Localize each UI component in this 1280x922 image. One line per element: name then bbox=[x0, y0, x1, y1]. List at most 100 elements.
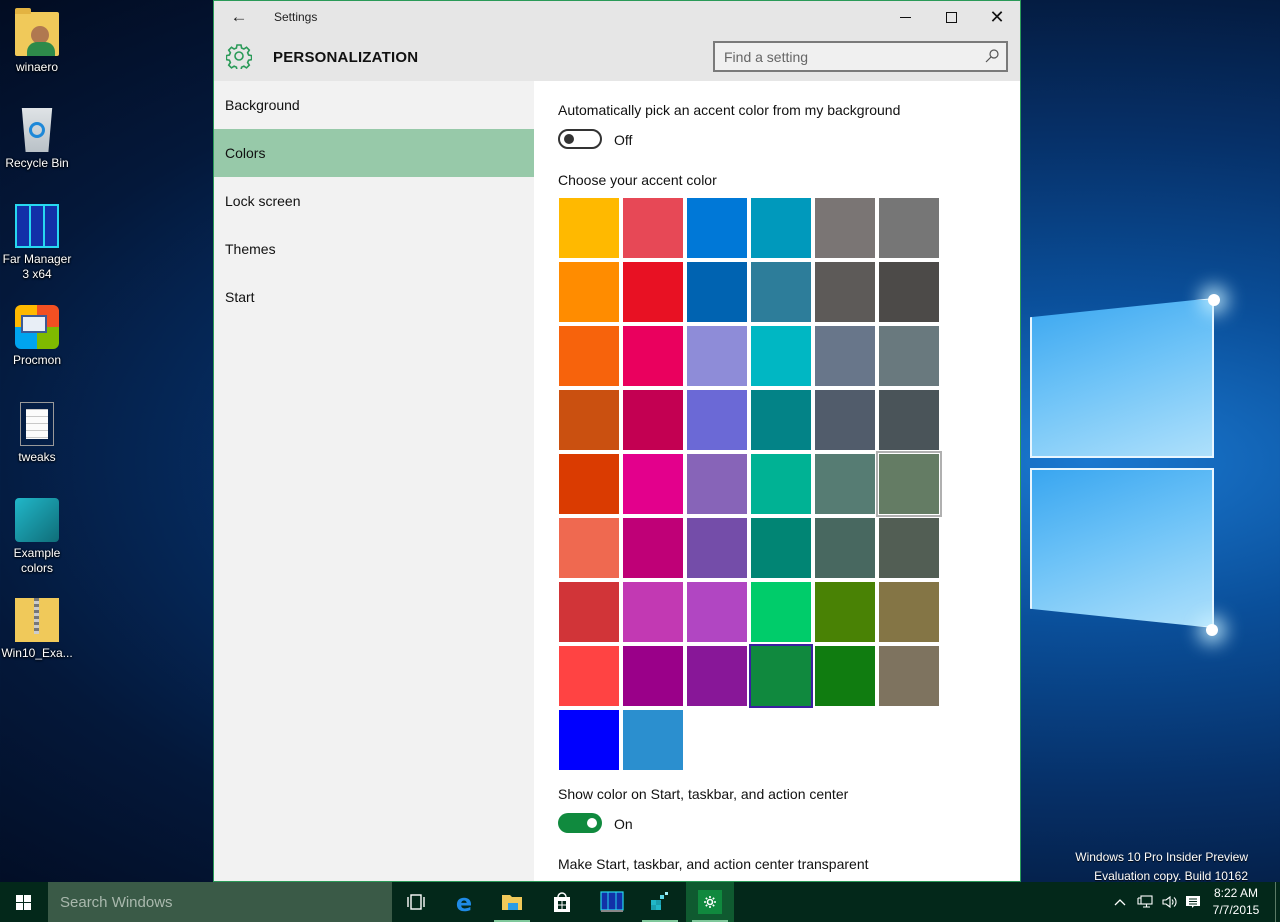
accent-swatch[interactable] bbox=[879, 518, 939, 578]
accent-swatch[interactable] bbox=[815, 454, 875, 514]
accent-swatch[interactable] bbox=[623, 390, 683, 450]
accent-swatch[interactable] bbox=[815, 262, 875, 322]
desktop-icon-far-manager[interactable]: Far Manager 3 x64 bbox=[0, 204, 74, 282]
maximize-button[interactable] bbox=[928, 1, 974, 33]
accent-swatch[interactable] bbox=[879, 262, 939, 322]
accent-swatch[interactable] bbox=[751, 390, 811, 450]
accent-swatch[interactable] bbox=[879, 390, 939, 450]
registry-editor-button[interactable] bbox=[636, 882, 684, 922]
close-button[interactable]: ✕ bbox=[974, 1, 1020, 33]
accent-swatch[interactable] bbox=[559, 518, 619, 578]
accent-swatch[interactable] bbox=[815, 646, 875, 706]
accent-swatch[interactable] bbox=[687, 262, 747, 322]
maximize-icon bbox=[945, 11, 957, 23]
settings-taskbar-button[interactable] bbox=[686, 882, 734, 922]
desktop-icon-winaero[interactable]: winaero bbox=[0, 8, 74, 75]
back-button[interactable]: ← bbox=[224, 5, 254, 29]
title-bar[interactable]: ← Settings ✕ bbox=[214, 1, 1020, 33]
accent-swatch[interactable] bbox=[623, 710, 683, 770]
minimize-button[interactable] bbox=[882, 1, 928, 33]
accent-swatch[interactable] bbox=[751, 454, 811, 514]
sidebar-item-start[interactable]: Start bbox=[214, 273, 534, 321]
accent-swatch[interactable] bbox=[687, 326, 747, 386]
start-button[interactable] bbox=[0, 882, 48, 922]
accent-swatch[interactable] bbox=[876, 451, 942, 517]
accent-swatch[interactable] bbox=[559, 710, 619, 770]
accent-swatch[interactable] bbox=[815, 198, 875, 258]
accent-swatch[interactable] bbox=[815, 582, 875, 642]
accent-swatch[interactable] bbox=[687, 454, 747, 514]
accent-swatch[interactable] bbox=[751, 198, 811, 258]
clock[interactable]: 8:22 AM 7/7/2015 bbox=[1208, 885, 1264, 919]
sidebar-item-themes[interactable]: Themes bbox=[214, 225, 534, 273]
accent-swatch[interactable] bbox=[623, 518, 683, 578]
accent-swatch[interactable] bbox=[559, 454, 619, 514]
accent-swatch[interactable] bbox=[687, 198, 747, 258]
accent-swatch[interactable] bbox=[559, 582, 619, 642]
accent-swatch[interactable] bbox=[559, 326, 619, 386]
desktop-icon-procmon[interactable]: Procmon bbox=[0, 305, 74, 368]
accent-swatch[interactable] bbox=[879, 198, 939, 258]
desktop-icon-label: tweaks bbox=[18, 450, 56, 464]
accent-swatch[interactable] bbox=[559, 390, 619, 450]
watermark-line: Windows 10 Pro Insider Preview bbox=[1075, 850, 1248, 864]
wallpaper-glow bbox=[1206, 624, 1218, 636]
show-hidden-icons-button[interactable] bbox=[1108, 882, 1132, 922]
accent-swatch[interactable] bbox=[815, 518, 875, 578]
accent-swatch[interactable] bbox=[623, 454, 683, 514]
desktop-icon-example-colors[interactable]: Example colors bbox=[0, 498, 74, 576]
wallpaper-windows-logo bbox=[1020, 280, 1280, 660]
page-title: PERSONALIZATION bbox=[273, 49, 419, 66]
file-explorer-button[interactable] bbox=[488, 882, 536, 922]
taskbar-search-input[interactable] bbox=[48, 882, 392, 922]
accent-swatch[interactable] bbox=[751, 262, 811, 322]
accent-swatch[interactable] bbox=[623, 326, 683, 386]
accent-swatch[interactable] bbox=[623, 198, 683, 258]
accent-swatch[interactable] bbox=[749, 644, 813, 708]
clock-date: 7/7/2015 bbox=[1212, 903, 1260, 917]
sidebar-item-colors[interactable]: Colors bbox=[214, 129, 534, 177]
accent-swatch[interactable] bbox=[623, 262, 683, 322]
back-arrow-icon: ← bbox=[230, 7, 248, 26]
volume-button[interactable] bbox=[1158, 882, 1180, 922]
task-view-button[interactable] bbox=[392, 882, 440, 922]
accent-swatch[interactable] bbox=[751, 582, 811, 642]
accent-swatch[interactable] bbox=[623, 646, 683, 706]
desktop-icon-win10-example[interactable]: Win10_Exa... bbox=[0, 598, 74, 661]
accent-swatch[interactable] bbox=[559, 198, 619, 258]
store-button[interactable] bbox=[538, 882, 586, 922]
accent-swatch[interactable] bbox=[751, 518, 811, 578]
edge-button[interactable]: e bbox=[440, 882, 488, 922]
sidebar-item-lock-screen[interactable]: Lock screen bbox=[214, 177, 534, 225]
accent-swatch[interactable] bbox=[879, 646, 939, 706]
windows-logo-icon bbox=[16, 895, 31, 910]
search-icon[interactable] bbox=[984, 48, 1000, 64]
network-button[interactable] bbox=[1134, 882, 1156, 922]
accent-swatch[interactable] bbox=[751, 326, 811, 386]
show-color-toggle[interactable] bbox=[558, 813, 602, 833]
accent-swatch[interactable] bbox=[559, 646, 619, 706]
accent-swatch[interactable] bbox=[687, 390, 747, 450]
desktop-icon-tweaks[interactable]: tweaks bbox=[0, 402, 74, 465]
sidebar-item-background[interactable]: Background bbox=[214, 81, 534, 129]
accent-swatch[interactable] bbox=[879, 326, 939, 386]
desktop-icon-label: Win10_Exa... bbox=[1, 646, 73, 660]
accent-swatch[interactable] bbox=[815, 390, 875, 450]
accent-swatch[interactable] bbox=[687, 582, 747, 642]
find-setting-input[interactable] bbox=[715, 43, 975, 70]
desktop-icon-recycle-bin[interactable]: Recycle Bin bbox=[0, 108, 74, 171]
desktop-icon-label: Example colors bbox=[13, 546, 61, 575]
auto-pick-toggle[interactable] bbox=[558, 129, 602, 149]
accent-swatch[interactable] bbox=[559, 262, 619, 322]
accent-swatch[interactable] bbox=[687, 518, 747, 578]
show-desktop-button[interactable] bbox=[1275, 882, 1280, 922]
sidebar-item-label: Colors bbox=[225, 145, 266, 161]
accent-swatch[interactable] bbox=[879, 582, 939, 642]
far-manager-taskbar-button[interactable] bbox=[588, 882, 636, 922]
accent-swatch[interactable] bbox=[623, 582, 683, 642]
desktop-icon-label: Procmon bbox=[12, 353, 62, 367]
network-icon bbox=[1137, 895, 1153, 908]
accent-swatch[interactable] bbox=[815, 326, 875, 386]
accent-swatch[interactable] bbox=[687, 646, 747, 706]
action-center-button[interactable] bbox=[1182, 882, 1204, 922]
